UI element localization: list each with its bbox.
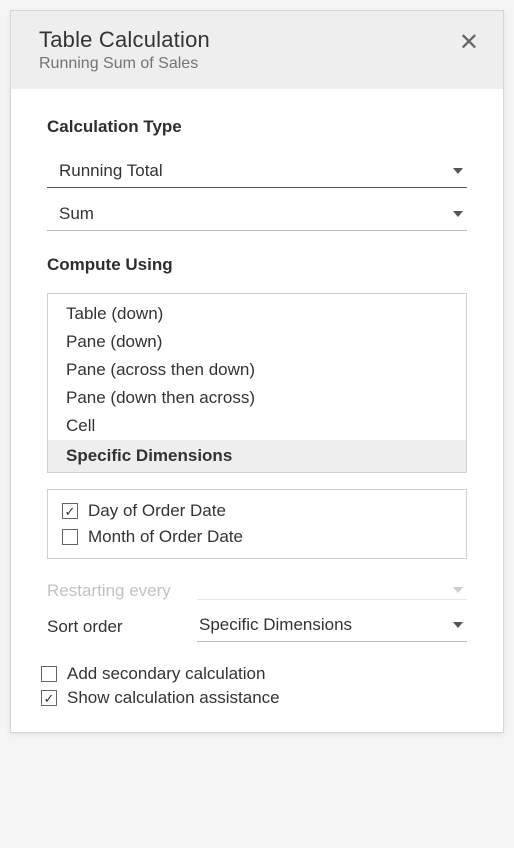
- add-secondary-label: Add secondary calculation: [67, 664, 265, 684]
- list-item[interactable]: Pane (across then down): [48, 356, 466, 384]
- checkbox-icon: [62, 529, 78, 545]
- dimensions-box: Day of Order Date Month of Order Date: [47, 489, 467, 559]
- caret-down-icon: [453, 211, 463, 217]
- compute-using-label: Compute Using: [47, 255, 467, 275]
- sort-order-select[interactable]: Specific Dimensions: [197, 611, 467, 642]
- restarting-select: [197, 583, 467, 600]
- compute-using-section: Compute Using Table (down) Pane (down) P…: [47, 255, 467, 642]
- dialog-title: Table Calculation: [39, 27, 210, 53]
- calc-type-select[interactable]: Running Total: [47, 155, 467, 188]
- header-text: Table Calculation Running Sum of Sales: [39, 27, 210, 73]
- sort-order-row: Sort order Specific Dimensions: [47, 611, 467, 642]
- close-icon: ✕: [459, 29, 479, 56]
- compute-using-listbox: Table (down) Pane (down) Pane (across th…: [47, 293, 467, 473]
- list-item[interactable]: Table (down): [48, 294, 466, 328]
- list-item[interactable]: Cell: [48, 412, 466, 440]
- aggregation-select[interactable]: Sum: [47, 198, 467, 231]
- list-item-selected[interactable]: Specific Dimensions: [48, 440, 466, 472]
- dimension-checkbox-month[interactable]: Month of Order Date: [62, 524, 452, 550]
- table-calculation-dialog: Table Calculation Running Sum of Sales ✕…: [10, 10, 504, 733]
- close-button[interactable]: ✕: [459, 27, 479, 55]
- sort-order-value: Specific Dimensions: [199, 615, 352, 635]
- dimension-checkbox-day[interactable]: Day of Order Date: [62, 498, 452, 524]
- checkbox-icon: [41, 690, 57, 706]
- restarting-row: Restarting every: [47, 581, 467, 601]
- calc-type-label: Calculation Type: [47, 117, 467, 137]
- footer-options: Add secondary calculation Show calculati…: [41, 662, 467, 710]
- calc-type-value: Running Total: [59, 161, 163, 181]
- list-item[interactable]: Pane (down then across): [48, 384, 466, 412]
- sort-order-label: Sort order: [47, 617, 197, 637]
- dimension-label: Day of Order Date: [88, 501, 226, 521]
- add-secondary-checkbox[interactable]: Add secondary calculation: [41, 662, 467, 686]
- dimension-label: Month of Order Date: [88, 527, 243, 547]
- checkbox-icon: [62, 503, 78, 519]
- list-item[interactable]: Pane (down): [48, 328, 466, 356]
- restarting-label: Restarting every: [47, 581, 197, 601]
- show-assistance-label: Show calculation assistance: [67, 688, 280, 708]
- show-assistance-checkbox[interactable]: Show calculation assistance: [41, 686, 467, 710]
- checkbox-icon: [41, 666, 57, 682]
- caret-down-icon: [453, 587, 463, 593]
- caret-down-icon: [453, 168, 463, 174]
- aggregation-value: Sum: [59, 204, 94, 224]
- caret-down-icon: [453, 622, 463, 628]
- dialog-body: Calculation Type Running Total Sum Compu…: [11, 89, 503, 732]
- dialog-subtitle: Running Sum of Sales: [39, 55, 210, 73]
- dialog-header: Table Calculation Running Sum of Sales ✕: [11, 11, 503, 89]
